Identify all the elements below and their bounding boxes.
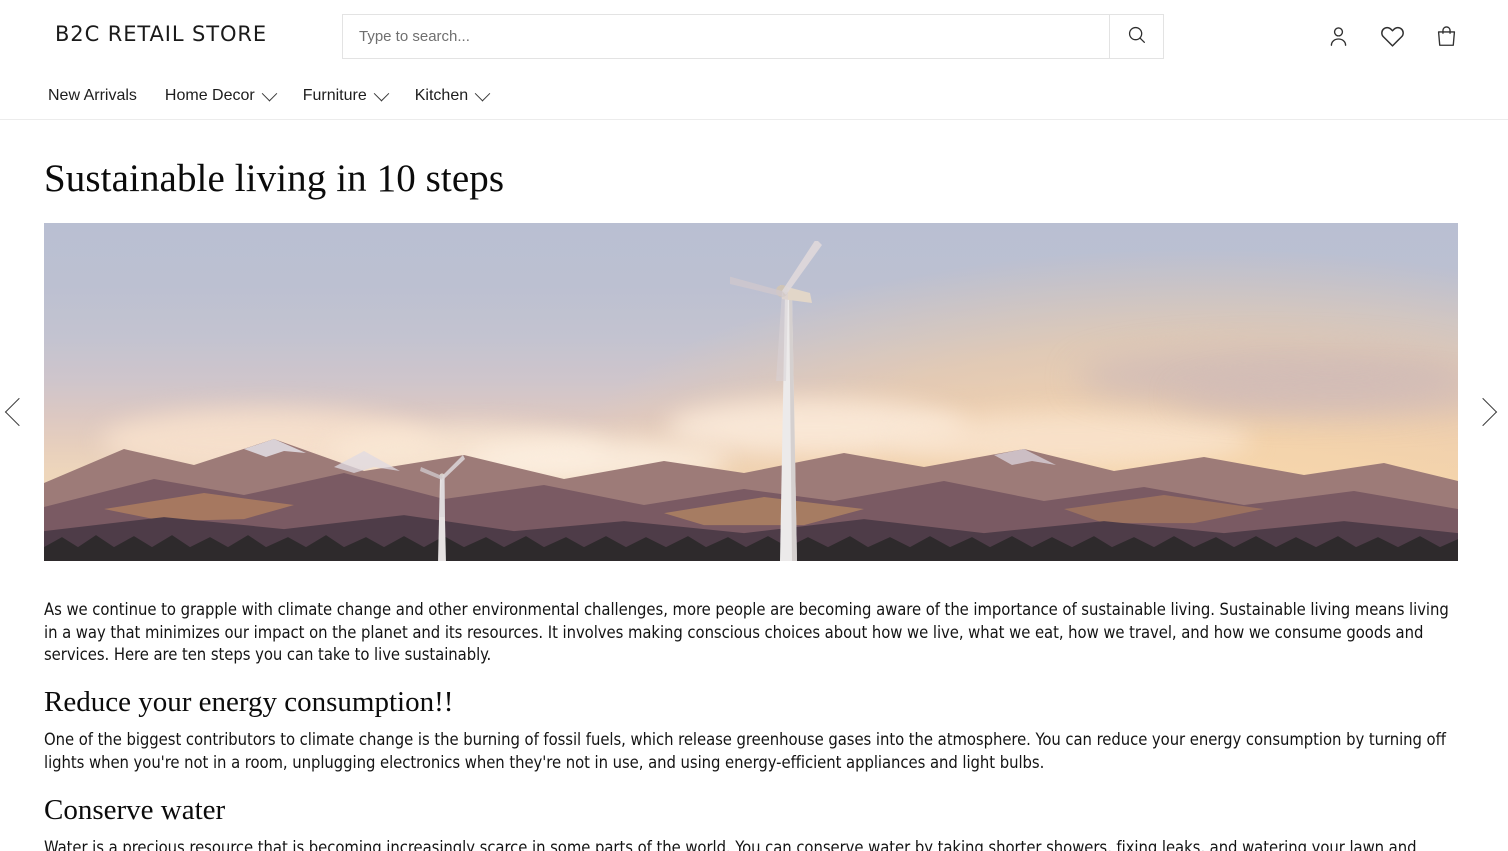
nav-label: Home Decor (165, 87, 255, 105)
header-icon-group (1324, 22, 1460, 50)
chevron-right-icon (1469, 398, 1497, 426)
nav-label: Furniture (303, 87, 367, 105)
wind-turbine-main (730, 241, 850, 561)
hero-carousel (0, 223, 1508, 561)
nav-item-kitchen[interactable]: Kitchen (401, 73, 502, 120)
search-input[interactable] (343, 15, 1109, 58)
nav-label: New Arrivals (48, 87, 137, 105)
carousel-prev-button[interactable] (2, 395, 36, 429)
chevron-down-icon (261, 85, 277, 101)
section-paragraph-energy: One of the biggest contributors to clima… (44, 729, 1460, 775)
article-body: As we continue to grapple with climate c… (0, 599, 1508, 851)
chevron-down-icon (373, 85, 389, 101)
section-paragraph-water: Water is a precious resource that is bec… (44, 837, 1460, 851)
nav-item-home-decor[interactable]: Home Decor (151, 73, 289, 120)
cart-icon[interactable] (1432, 22, 1460, 50)
wind-turbine-secondary (419, 453, 465, 561)
section-heading-energy: Reduce your energy consumption!! (44, 685, 1460, 719)
site-header: B2C RETAIL STORE (0, 0, 1508, 73)
cloud-shape (1076, 348, 1458, 408)
chevron-left-icon (5, 398, 33, 426)
intro-paragraph: As we continue to grapple with climate c… (44, 599, 1460, 667)
chevron-down-icon (475, 85, 491, 101)
main-navigation: New Arrivals Home Decor Furniture Kitche… (0, 73, 1508, 120)
search-icon (1126, 24, 1148, 49)
search-button[interactable] (1109, 15, 1163, 58)
account-icon[interactable] (1324, 22, 1352, 50)
nav-label: Kitchen (415, 87, 468, 105)
wishlist-icon[interactable] (1378, 22, 1406, 50)
section-heading-water: Conserve water (44, 793, 1460, 827)
carousel-slide[interactable] (44, 223, 1458, 561)
search-bar (342, 14, 1164, 59)
nav-item-furniture[interactable]: Furniture (289, 73, 401, 120)
nav-item-new-arrivals[interactable]: New Arrivals (48, 73, 151, 120)
page-title: Sustainable living in 10 steps (0, 120, 1508, 203)
hero-image (44, 223, 1458, 561)
carousel-next-button[interactable] (1466, 395, 1500, 429)
article-page: Sustainable living in 10 steps (0, 120, 1508, 851)
brand-logo[interactable]: B2C RETAIL STORE (55, 22, 267, 46)
